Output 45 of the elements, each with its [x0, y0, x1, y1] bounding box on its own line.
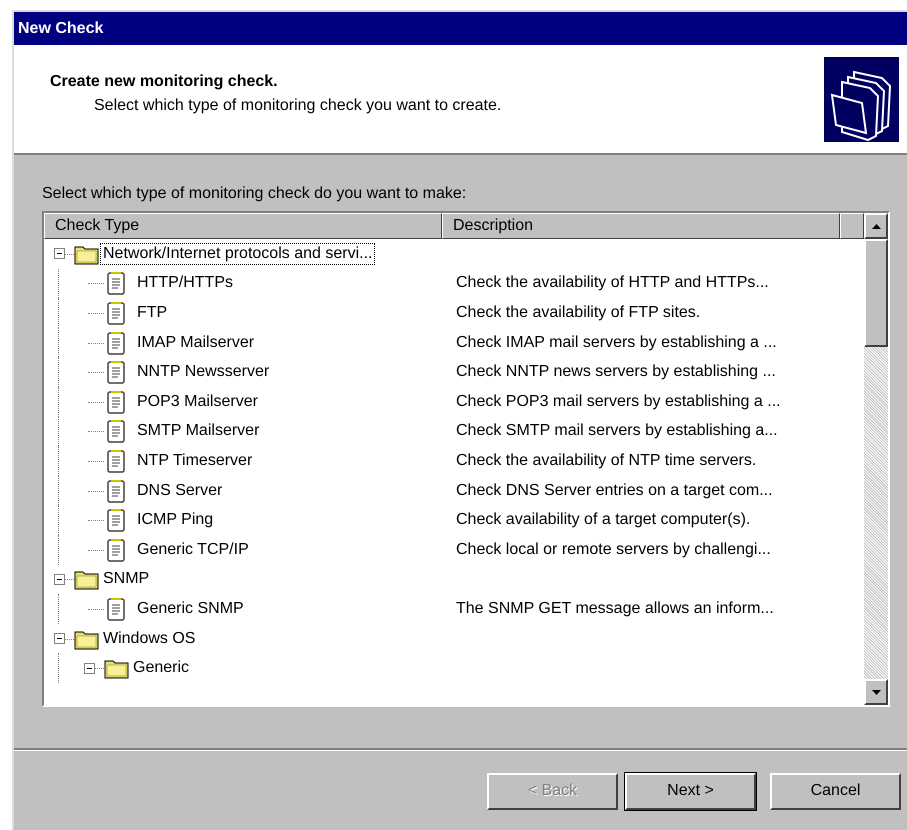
collapse-icon[interactable] — [54, 633, 64, 644]
description-text: The SNMP GET message allows an inform... — [455, 600, 774, 618]
description-text: Check POP3 mail servers by establishing a ... — [455, 392, 781, 411]
folders-icon — [824, 56, 899, 142]
description-text: Check DNS Server entries on a target com... — [455, 482, 773, 500]
column-header[interactable]: Description — [442, 213, 840, 239]
description-text: Check the availability of FTP sites. — [455, 304, 700, 322]
tree-item[interactable]: SNMP — [100, 568, 152, 590]
collapse-icon[interactable] — [84, 662, 94, 674]
description-text: Check IMAP mail servers by establishing a ... — [455, 334, 777, 352]
prompt-text: Select which type of monitoring check do you want to make: — [42, 185, 466, 203]
scroll-up-button[interactable] — [864, 213, 888, 239]
tree-item[interactable]: Windows OS — [100, 628, 198, 650]
tree-item[interactable]: DNS Server — [134, 480, 226, 502]
description-text: Check SMTP mail servers by establishing a... — [455, 422, 778, 440]
description-text: Check availability of a target computer(s). — [455, 511, 750, 530]
tree-item[interactable]: Network/Internet protocols and servi... — [100, 242, 376, 265]
tree-item[interactable]: HTTP/HTTPs — [134, 272, 236, 294]
tree-item[interactable]: POP3 Mailserver — [134, 390, 261, 413]
collapse-icon[interactable] — [54, 248, 64, 260]
down-arrow-icon — [872, 690, 880, 694]
description-text: Check NNTP news servers by establishing ... — [455, 363, 776, 382]
tree-item[interactable]: NTP Timeserver — [134, 450, 256, 472]
scroll-down-button[interactable] — [864, 679, 888, 705]
column-header[interactable] — [840, 213, 864, 239]
wizard-heading: Create new monitoring check. — [50, 73, 279, 91]
collapse-icon[interactable] — [54, 574, 64, 585]
up-arrow-icon — [872, 224, 880, 228]
tree-item[interactable]: Generic TCP/IP — [134, 538, 252, 561]
cancel-button[interactable]: Cancel — [770, 772, 901, 810]
description-text: Check the availability of NTP time servers. — [455, 452, 756, 470]
tree-item[interactable]: Generic SNMP — [134, 598, 247, 620]
scroll-thumb[interactable] — [864, 239, 888, 347]
description-text: Check local or remote servers by challengi... — [455, 540, 771, 559]
window-title: New Check — [14, 12, 907, 45]
tree-item[interactable]: NNTP Newsserver — [134, 361, 272, 384]
wizard-subtitle: Select which type of monitoring check you want to create. — [93, 97, 502, 115]
tree-item[interactable]: Generic — [130, 657, 192, 680]
tree-item[interactable]: SMTP Mailserver — [134, 420, 262, 442]
column-header[interactable]: Check Type — [44, 213, 442, 239]
tree-item[interactable]: FTP — [134, 302, 170, 324]
next-button[interactable]: Next > — [625, 772, 756, 810]
tree-item[interactable]: ICMP Ping — [134, 509, 216, 532]
description-text: Check the availability of HTTP and HTTPs... — [455, 274, 769, 292]
tree-item[interactable]: IMAP Mailserver — [134, 332, 258, 354]
